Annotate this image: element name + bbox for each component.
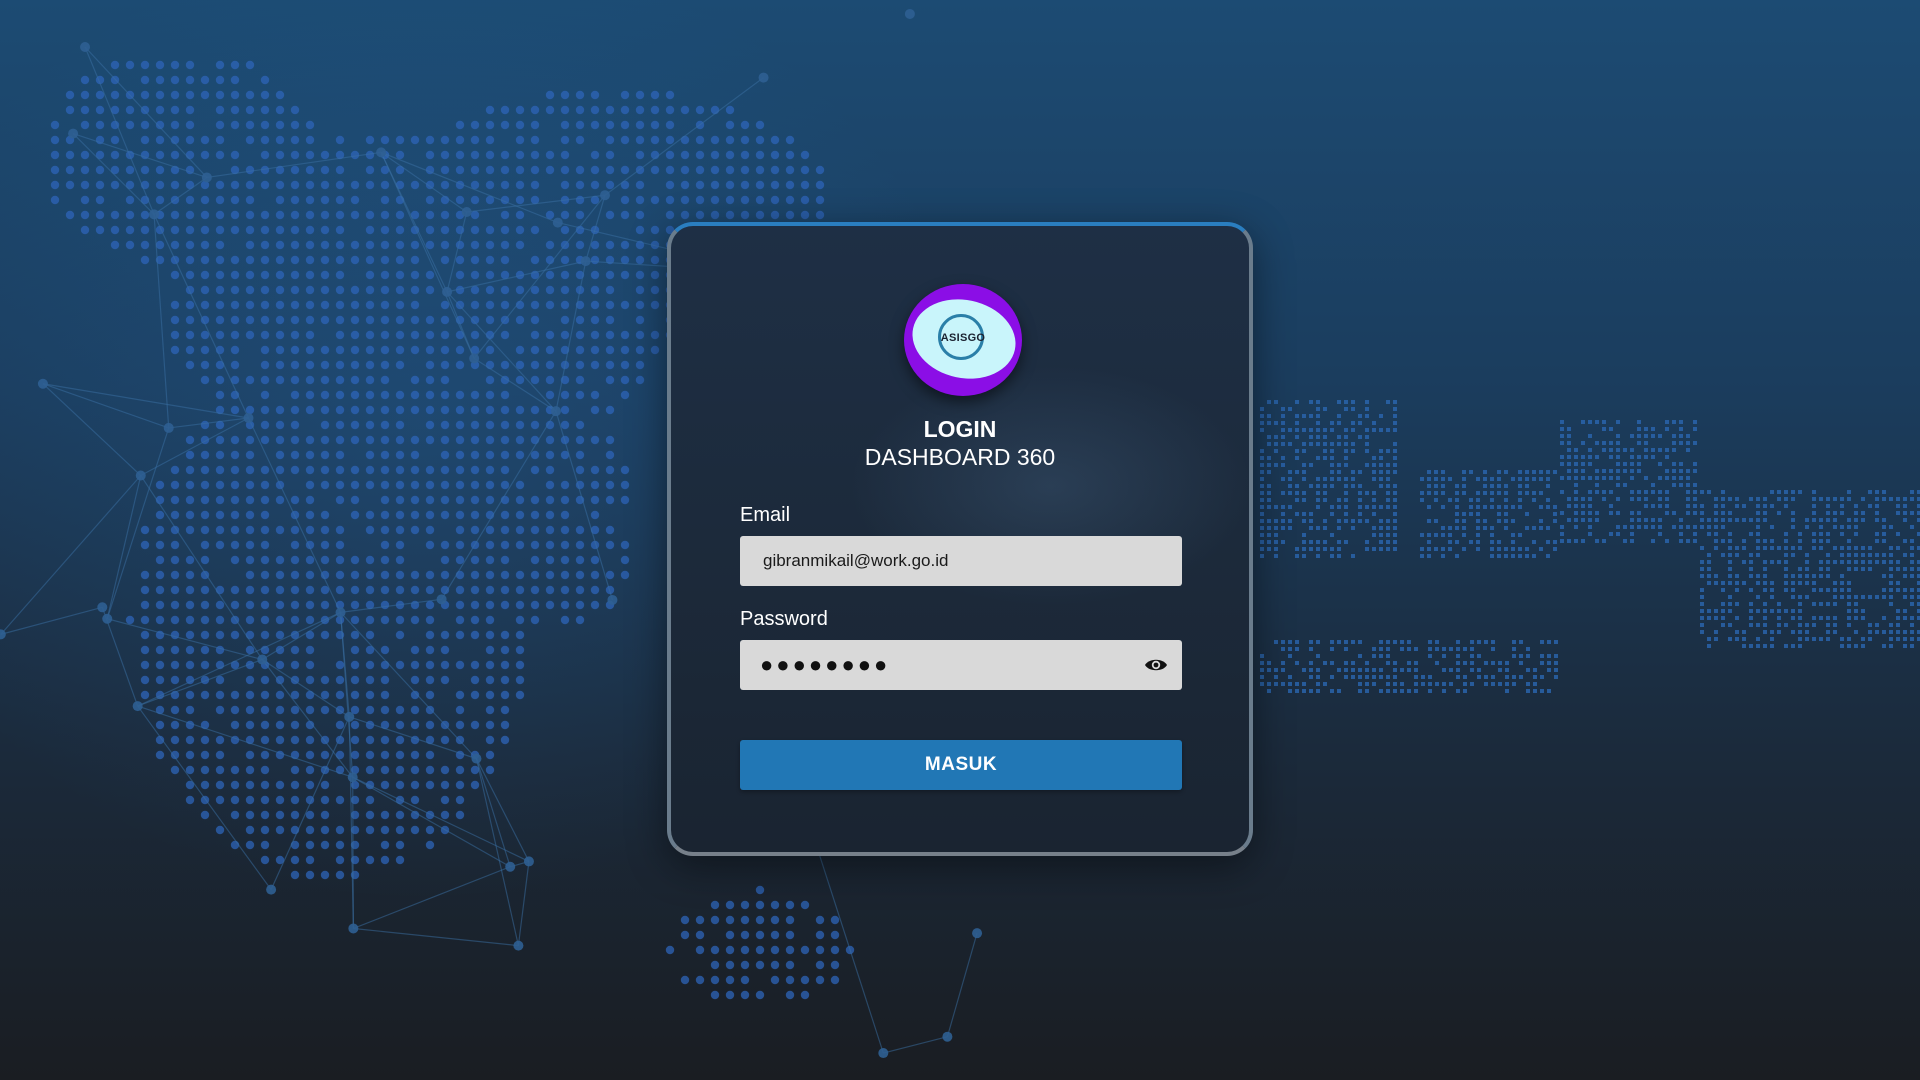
- password-masked-value: ●●●●●●●●: [760, 652, 891, 677]
- logo-text: ASISGO: [940, 332, 986, 344]
- asisgo-logo: ASISGO: [904, 284, 1022, 396]
- password-field[interactable]: ●●●●●●●●: [740, 640, 1182, 690]
- email-label: Email: [740, 504, 791, 526]
- login-title: LOGIN: [923, 416, 997, 442]
- login-submit-button[interactable]: MASUK: [740, 740, 1182, 790]
- login-subtitle: DASHBOARD 360: [864, 444, 1056, 470]
- password-label: Password: [740, 608, 828, 630]
- email-field[interactable]: [740, 536, 1182, 586]
- login-card: ASISGO LOGIN DASHBOARD 360 Email Passwor…: [667, 222, 1253, 856]
- eye-icon[interactable]: [1144, 654, 1168, 676]
